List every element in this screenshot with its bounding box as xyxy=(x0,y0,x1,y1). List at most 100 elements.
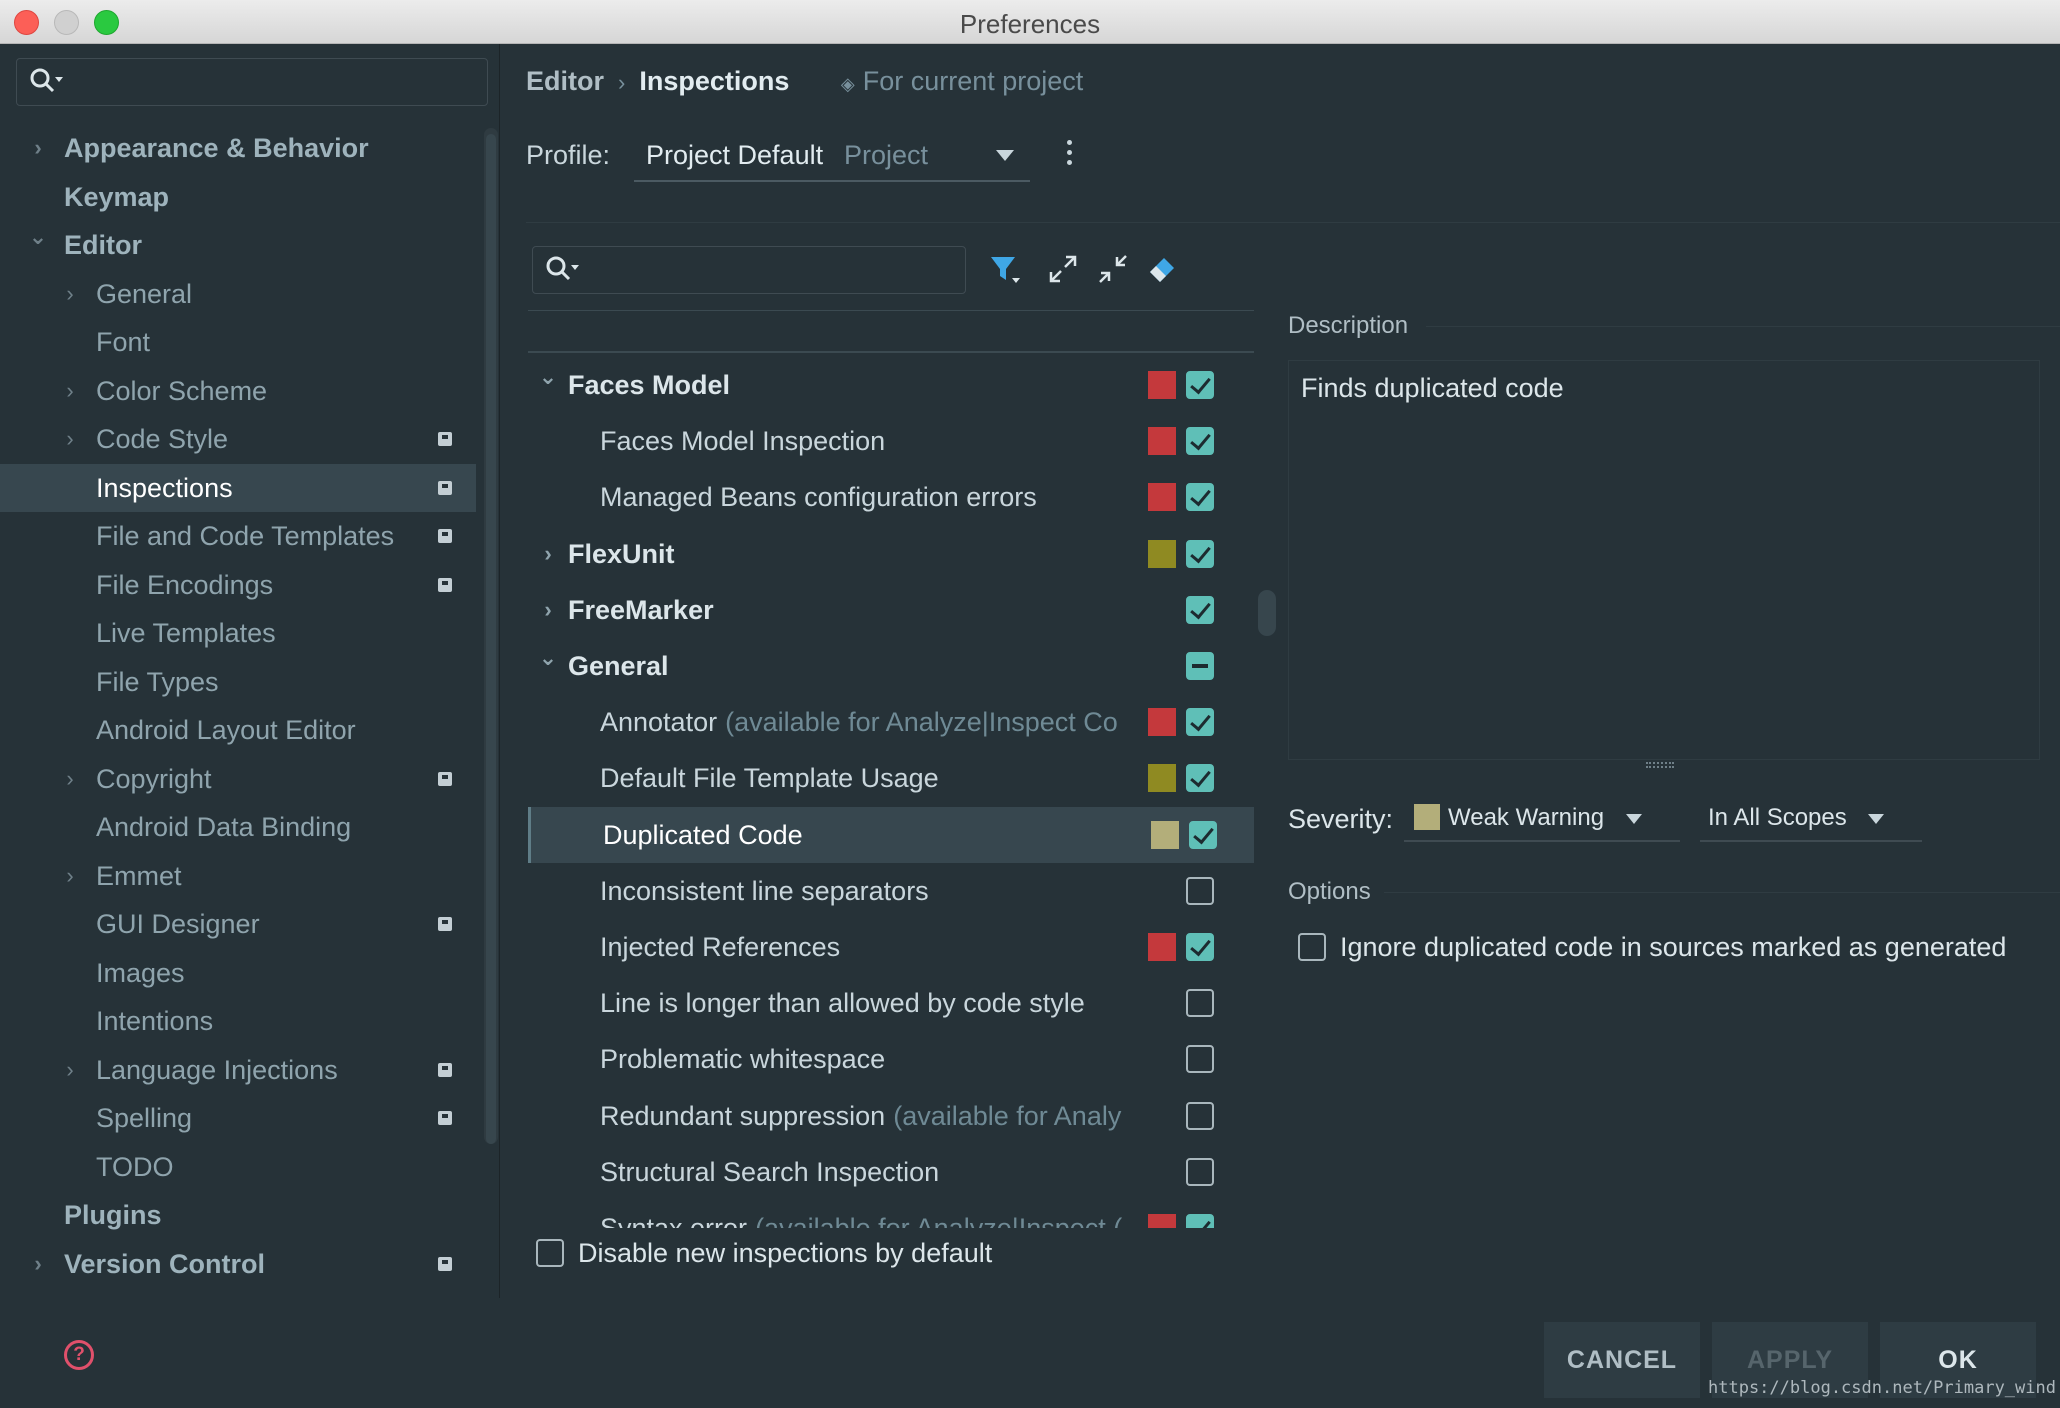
sidebar-item-intentions[interactable]: Intentions xyxy=(0,997,476,1045)
inspection-row-structural-search-inspection[interactable]: Structural Search Inspection xyxy=(528,1144,1254,1200)
chevron-right-icon[interactable]: › xyxy=(60,415,80,463)
sidebar-item-version-control[interactable]: › Version Control xyxy=(0,1240,476,1288)
disable-new-inspections-option[interactable]: Disable new inspections by default xyxy=(536,1238,992,1269)
inspection-row-duplicated-code[interactable]: Duplicated Code xyxy=(528,806,1254,863)
sidebar-scrollbar-thumb[interactable] xyxy=(486,134,496,1144)
sidebar-item-copyright[interactable]: › Copyright xyxy=(0,755,476,803)
chevron-right-icon[interactable]: › xyxy=(60,270,80,318)
expand-all-icon[interactable] xyxy=(1046,252,1080,286)
sidebar-item-general[interactable]: › General xyxy=(0,270,476,318)
help-icon[interactable]: ? xyxy=(64,1340,94,1370)
sidebar-item-gui-designer[interactable]: GUI Designer xyxy=(0,900,476,948)
more-actions-icon[interactable] xyxy=(1066,140,1074,166)
chevron-right-icon[interactable]: › xyxy=(28,1240,48,1288)
cancel-button[interactable]: CANCEL xyxy=(1544,1322,1700,1398)
scope-note: For current project xyxy=(862,66,1084,96)
chevron-right-icon[interactable]: › xyxy=(28,124,48,172)
inspection-row-problematic-whitespace[interactable]: Problematic whitespace xyxy=(528,1031,1254,1087)
inspection-checkbox[interactable] xyxy=(1186,1214,1214,1228)
sidebar-item-font[interactable]: Font xyxy=(0,318,476,366)
ignore-generated-checkbox[interactable] xyxy=(1298,932,1326,961)
sidebar-item-todo[interactable]: TODO xyxy=(0,1143,476,1191)
inspection-checkbox[interactable] xyxy=(1186,483,1214,512)
sidebar-item-live-templates[interactable]: Live Templates xyxy=(0,609,476,657)
inspection-checkbox[interactable] xyxy=(1186,652,1214,680)
sidebar-item-android-layout-editor[interactable]: Android Layout Editor xyxy=(0,706,476,754)
ignore-generated-option[interactable]: Ignore duplicated code in sources marked… xyxy=(1298,932,2006,963)
sidebar-item-color-scheme[interactable]: › Color Scheme xyxy=(0,367,476,415)
sidebar-item-editor[interactable]: ⌄ Editor xyxy=(0,221,476,269)
chevron-right-icon[interactable]: › xyxy=(538,526,558,582)
chevron-down-icon[interactable]: ⌄ xyxy=(538,630,558,686)
inspection-group-flexunit[interactable]: › FlexUnit xyxy=(528,526,1254,582)
severity-dropdown[interactable]: Weak Warning xyxy=(1404,796,1680,842)
inspection-label: Annotator xyxy=(600,707,718,738)
inspection-row-line-is-longer-than-allowed-by-code-style[interactable]: Line is longer than allowed by code styl… xyxy=(528,975,1254,1031)
chevron-down-icon[interactable]: ⌄ xyxy=(538,349,558,405)
inspections-scrollbar-thumb[interactable] xyxy=(1258,590,1276,636)
chevron-right-icon[interactable]: › xyxy=(60,367,80,415)
sidebar-item-images[interactable]: Images xyxy=(0,949,476,997)
scope-dropdown[interactable]: In All Scopes xyxy=(1700,796,1922,842)
inspection-checkbox[interactable] xyxy=(1186,595,1214,624)
inspection-row-faces-model-inspection[interactable]: Faces Model Inspection xyxy=(528,413,1254,469)
inspection-checkbox[interactable] xyxy=(1189,820,1217,849)
sidebar-item-plugins[interactable]: Plugins xyxy=(0,1191,476,1239)
chevron-right-icon[interactable]: › xyxy=(60,852,80,900)
inspection-checkbox[interactable] xyxy=(1186,989,1214,1018)
sidebar-item-inspections[interactable]: Inspections xyxy=(0,463,476,512)
project-level-icon xyxy=(438,529,452,543)
inspection-checkbox[interactable] xyxy=(1186,1045,1214,1074)
inspection-row-default-file-template-usage[interactable]: Default File Template Usage xyxy=(528,750,1254,806)
inspection-row-managed-beans-configuration-errors[interactable]: Managed Beans configuration errors xyxy=(528,469,1254,525)
filter-icon[interactable] xyxy=(988,252,1022,286)
splitter-grip-icon[interactable] xyxy=(1646,762,1674,768)
description-panel: Finds duplicated code xyxy=(1288,360,2040,760)
inspections-search-input[interactable] xyxy=(532,246,966,294)
inspection-row-inconsistent-line-separators[interactable]: Inconsistent line separators xyxy=(528,863,1254,919)
sidebar-item-label: File Encodings xyxy=(96,569,274,600)
inspection-label-wrap: Inconsistent line separators xyxy=(600,863,1138,919)
inspection-checkbox[interactable] xyxy=(1186,371,1214,399)
chevron-down-icon xyxy=(996,150,1014,161)
inspection-checkbox[interactable] xyxy=(1186,427,1214,456)
inspection-group-freemarker[interactable]: › FreeMarker xyxy=(528,582,1254,638)
sidebar-item-appearance-behavior[interactable]: › Appearance & Behavior xyxy=(0,124,476,172)
sidebar-item-language-injections[interactable]: › Language Injections xyxy=(0,1046,476,1094)
disable-new-inspections-checkbox[interactable] xyxy=(536,1238,564,1267)
breadcrumb-editor[interactable]: Editor xyxy=(526,66,604,96)
chevron-down-icon[interactable]: ⌄ xyxy=(28,213,48,261)
severity-swatch xyxy=(1148,764,1176,793)
sidebar-item-file-and-code-templates[interactable]: File and Code Templates xyxy=(0,512,476,560)
profile-dropdown[interactable]: Project Default Project xyxy=(634,130,1030,182)
settings-search-input[interactable] xyxy=(16,58,488,106)
collapse-all-icon[interactable] xyxy=(1096,252,1130,286)
inspection-checkbox[interactable] xyxy=(1186,1101,1214,1130)
inspection-checkbox[interactable] xyxy=(1186,1157,1214,1186)
sidebar-item-file-encodings[interactable]: File Encodings xyxy=(0,561,476,609)
inspection-checkbox[interactable] xyxy=(1186,876,1214,905)
inspection-group-faces-model[interactable]: ⌄ Faces Model xyxy=(528,357,1254,413)
sidebar-item-label: Plugins xyxy=(64,1200,162,1230)
sidebar-item-code-style[interactable]: › Code Style xyxy=(0,415,476,463)
inspection-group-general[interactable]: ⌄ General xyxy=(528,638,1254,694)
chevron-right-icon[interactable]: › xyxy=(60,755,80,803)
project-level-icon xyxy=(438,577,452,592)
sidebar-item-keymap[interactable]: Keymap xyxy=(0,173,476,221)
sidebar-item-android-data-binding[interactable]: Android Data Binding xyxy=(0,803,476,851)
inspection-row-syntax-error[interactable]: Syntax error (available for Analyze|Inspe… xyxy=(528,1200,1254,1228)
inspection-checkbox[interactable] xyxy=(1186,708,1214,737)
inspection-checkbox[interactable] xyxy=(1186,539,1214,568)
inspection-checkbox[interactable] xyxy=(1186,933,1214,961)
reset-eraser-icon[interactable] xyxy=(1146,252,1180,286)
sidebar-item-emmet[interactable]: › Emmet xyxy=(0,852,476,900)
inspection-row-redundant-suppression[interactable]: Redundant suppression (available for Anal… xyxy=(528,1088,1254,1144)
chevron-right-icon[interactable]: › xyxy=(60,1046,80,1094)
inspection-row-annotator[interactable]: Annotator (available for Analyze|Inspect … xyxy=(528,694,1254,750)
sidebar-item-label: File Types xyxy=(96,666,219,697)
sidebar-item-spelling[interactable]: Spelling xyxy=(0,1094,476,1142)
inspection-checkbox[interactable] xyxy=(1186,764,1214,793)
sidebar-item-file-types[interactable]: File Types xyxy=(0,658,476,706)
inspection-label-wrap: Faces Model xyxy=(568,357,1138,413)
inspection-row-injected-references[interactable]: Injected References xyxy=(528,919,1254,975)
